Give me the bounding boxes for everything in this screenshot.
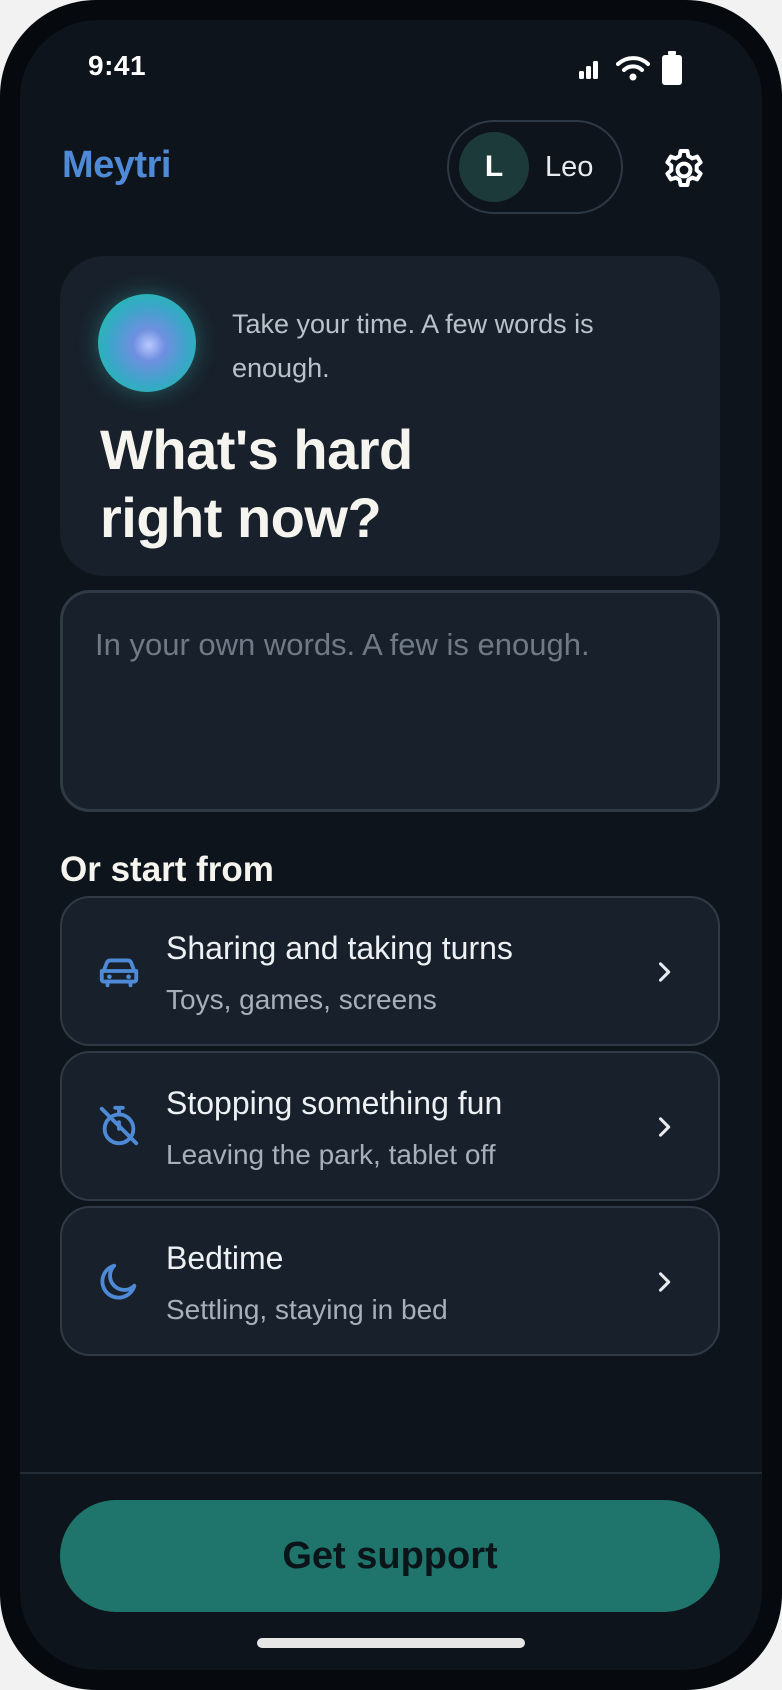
concern-input[interactable] (95, 623, 685, 779)
chevron-right-icon (658, 1117, 671, 1137)
concern-input-box (60, 590, 720, 812)
brand-logo: Meytri (62, 144, 171, 186)
phone-frame: 9:41 Meytri L Leo Take your time. A few … (0, 0, 782, 1690)
prompt-title-line2: right now? (100, 486, 382, 549)
status-time: 9:41 (88, 50, 147, 81)
option-subtitle: Settling, staying in bed (166, 1294, 448, 1325)
option-subtitle: Toys, games, screens (166, 984, 437, 1015)
app-screen: 9:41 Meytri L Leo Take your time. A few … (20, 20, 762, 1670)
option-title: Bedtime (166, 1240, 284, 1276)
chevron-right-icon (658, 962, 671, 982)
settings-gear-icon[interactable] (660, 146, 708, 194)
prompt-title-line1: What's hard (100, 418, 413, 481)
moon-icon (100, 1263, 137, 1300)
starter-option-stopping-fun[interactable]: Stopping something fun Leaving the park,… (60, 1051, 720, 1201)
battery-icon (662, 51, 682, 85)
home-indicator[interactable] (257, 1638, 525, 1648)
prompt-card: Take your time. A few words is enough. W… (60, 256, 720, 576)
option-title: Sharing and taking turns (166, 930, 513, 966)
chevron-right-icon (658, 1272, 671, 1292)
timer-off-icon (99, 1105, 139, 1146)
option-title: Stopping something fun (166, 1085, 503, 1121)
starter-option-bedtime[interactable]: Bedtime Settling, staying in bed (60, 1206, 720, 1356)
starter-option-sharing[interactable]: Sharing and taking turns Toys, games, sc… (60, 896, 720, 1046)
prompt-title: What's hard right now? (100, 416, 560, 552)
option-subtitle: Leaving the park, tablet off (166, 1139, 496, 1170)
get-support-button[interactable]: Get support (60, 1500, 720, 1612)
profile-name: Leo (545, 150, 594, 183)
avatar: L (459, 132, 529, 202)
status-bar: 9:41 (20, 20, 762, 110)
profile-switcher[interactable]: L Leo (447, 120, 623, 214)
starters-heading: Or start from (60, 850, 274, 889)
footer-divider (20, 1472, 762, 1474)
cellular-signal-icon (579, 61, 598, 79)
wifi-icon (616, 56, 650, 81)
prompt-hint: Take your time. A few words is enough. (232, 309, 594, 383)
assistant-orb (98, 294, 196, 392)
car-icon (99, 958, 139, 988)
status-icons (578, 50, 682, 86)
